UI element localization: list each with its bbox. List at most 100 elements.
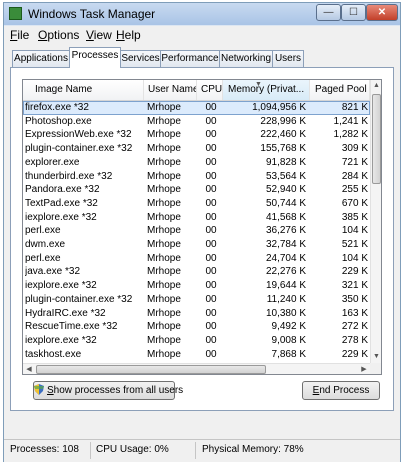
process-row[interactable]: ExpressionWeb.exe *32 Mrhope 00 222,460 K 1,… bbox=[23, 128, 370, 142]
tab-users[interactable]: Users bbox=[272, 50, 304, 67]
process-row[interactable]: Photoshop.exe Mrhope 00 228,996 K 1,241 K bbox=[23, 115, 370, 129]
horizontal-scrollbar[interactable]: ◀ ▶ bbox=[23, 363, 370, 374]
process-memory: 9,008 K bbox=[271, 334, 306, 346]
process-memory: 32,784 K bbox=[265, 239, 306, 250]
process-row[interactable]: plugin-container.exe *32 Mrhope 00 11,240 K… bbox=[23, 293, 370, 307]
process-cpu: 00 bbox=[205, 211, 217, 223]
process-image-name: ExpressionWeb.exe *32 bbox=[25, 129, 132, 141]
process-cpu: 00 bbox=[205, 334, 217, 346]
process-user-name: Mrhope bbox=[147, 293, 181, 305]
scroll-up-arrow-icon[interactable]: ▲ bbox=[371, 80, 381, 92]
process-user-name: Mrhope bbox=[147, 115, 181, 127]
process-memory: 1,094,956 K bbox=[252, 102, 306, 113]
process-image-name: thunderbird.exe *32 bbox=[25, 170, 113, 182]
process-memory: 24,704 K bbox=[265, 252, 306, 264]
tab-services[interactable]: Services bbox=[120, 50, 161, 67]
process-row[interactable]: firefox.exe *32 Mrhope 00 1,094,956 K 821 K bbox=[23, 101, 370, 115]
process-memory: 53,564 K bbox=[265, 170, 306, 182]
process-row[interactable]: thunderbird.exe *32 Mrhope 00 53,564 K 284 K bbox=[23, 170, 370, 184]
process-user-name: Mrhope bbox=[147, 280, 181, 292]
process-user-name: Mrhope bbox=[147, 334, 181, 346]
process-image-name: iexplore.exe *32 bbox=[25, 334, 97, 346]
maximize-button[interactable]: ☐ bbox=[341, 4, 366, 21]
process-user-name: Mrhope bbox=[147, 156, 181, 168]
process-user-name: Mrhope bbox=[147, 129, 181, 141]
process-image-name: explorer.exe bbox=[25, 156, 80, 168]
process-cpu: 00 bbox=[205, 307, 217, 319]
process-row[interactable]: explorer.exe Mrhope 00 91,828 K 721 K bbox=[23, 156, 370, 170]
column-cpu[interactable]: CPU bbox=[197, 80, 223, 100]
minimize-button[interactable]: — bbox=[316, 4, 341, 21]
process-paged-pool: 321 K bbox=[341, 280, 368, 292]
process-paged-pool: 1,282 K bbox=[333, 129, 368, 141]
process-cpu: 00 bbox=[205, 115, 217, 127]
process-row[interactable]: perl.exe Mrhope 00 36,276 K 104 K bbox=[23, 224, 370, 238]
processes-panel: Image Name User Name CPU ▼ Memory (Privat… bbox=[10, 67, 394, 411]
end-process-button[interactable]: End Process bbox=[302, 381, 380, 400]
process-row[interactable]: iexplore.exe *32 Mrhope 00 19,644 K 321 K bbox=[23, 279, 370, 293]
process-user-name: Mrhope bbox=[147, 348, 181, 360]
process-cpu: 00 bbox=[205, 143, 217, 155]
process-row[interactable]: plugin-container.exe *32 Mrhope 00 155,768 … bbox=[23, 142, 370, 156]
scroll-down-arrow-icon[interactable]: ▼ bbox=[371, 351, 381, 363]
process-row[interactable]: TextPad.exe *32 Mrhope 00 50,744 K 670 K bbox=[23, 197, 370, 211]
process-image-name: firefox.exe *32 bbox=[25, 102, 89, 113]
tab-processes[interactable]: Processes bbox=[69, 47, 121, 68]
process-memory: 10,380 K bbox=[265, 307, 306, 319]
scroll-left-arrow-icon[interactable]: ◀ bbox=[23, 364, 35, 374]
column-user-name[interactable]: User Name bbox=[144, 80, 197, 100]
menu-help[interactable]: Help bbox=[116, 28, 141, 42]
process-memory: 228,996 K bbox=[260, 115, 306, 127]
tab-performance[interactable]: Performance bbox=[160, 50, 220, 67]
process-row[interactable]: Pandora.exe *32 Mrhope 00 52,940 K 255 K bbox=[23, 183, 370, 197]
process-row[interactable]: perl.exe Mrhope 00 24,704 K 104 K bbox=[23, 252, 370, 266]
process-image-name: HydraIRC.exe *32 bbox=[25, 307, 106, 319]
process-paged-pool: 1,241 K bbox=[333, 115, 368, 127]
show-all-users-button[interactable]: Show processes from all users bbox=[33, 381, 183, 400]
scroll-right-arrow-icon[interactable]: ▶ bbox=[358, 364, 370, 374]
process-row[interactable]: dwm.exe Mrhope 00 32,784 K 521 K bbox=[23, 238, 370, 252]
process-image-name: plugin-container.exe *32 bbox=[25, 293, 133, 305]
process-paged-pool: 104 K bbox=[341, 252, 368, 264]
process-image-name: perl.exe bbox=[25, 252, 61, 264]
process-paged-pool: 278 K bbox=[341, 334, 368, 346]
process-cpu: 00 bbox=[205, 184, 217, 196]
process-user-name: Mrhope bbox=[147, 239, 181, 250]
column-image-name[interactable]: Image Name bbox=[23, 80, 144, 100]
process-memory: 222,460 K bbox=[260, 129, 306, 141]
status-physical-memory: Physical Memory: 78% bbox=[202, 444, 304, 455]
process-paged-pool: 521 K bbox=[341, 239, 368, 250]
process-paged-pool: 255 K bbox=[341, 184, 368, 196]
tab-applications[interactable]: Applications bbox=[12, 50, 70, 67]
close-button[interactable]: ✕ bbox=[366, 4, 398, 21]
process-user-name: Mrhope bbox=[147, 321, 181, 333]
process-cpu: 00 bbox=[205, 266, 217, 278]
vertical-scrollbar[interactable]: ▲ ▼ bbox=[370, 80, 381, 363]
horizontal-scroll-thumb[interactable] bbox=[36, 365, 266, 374]
menu-options[interactable]: Options bbox=[38, 28, 79, 42]
process-list[interactable]: Image Name User Name CPU ▼ Memory (Privat… bbox=[22, 79, 382, 375]
process-row[interactable]: taskhost.exe Mrhope 00 7,868 K 229 K bbox=[23, 348, 370, 362]
status-bar: Processes: 108 CPU Usage: 0% Physical Me… bbox=[4, 439, 400, 462]
column-header-row: Image Name User Name CPU ▼ Memory (Privat… bbox=[23, 80, 370, 101]
process-row[interactable]: java.exe *32 Mrhope 00 22,276 K 229 K bbox=[23, 265, 370, 279]
process-memory: 19,644 K bbox=[265, 280, 306, 292]
process-row[interactable]: RescueTime.exe *32 Mrhope 00 9,492 K 272 K bbox=[23, 320, 370, 334]
client-area: Applications Processes Services Performa… bbox=[4, 44, 400, 439]
process-row[interactable]: iexplore.exe *32 Mrhope 00 9,008 K 278 K bbox=[23, 334, 370, 348]
menu-file[interactable]: File bbox=[10, 28, 29, 42]
process-image-name: taskhost.exe bbox=[25, 348, 82, 360]
vertical-scroll-thumb[interactable] bbox=[372, 94, 381, 184]
column-memory[interactable]: ▼ Memory (Privat... bbox=[223, 80, 310, 100]
process-user-name: Mrhope bbox=[147, 170, 181, 182]
process-cpu: 00 bbox=[205, 321, 217, 333]
title-bar[interactable]: Windows Task Manager — ☐ ✕ bbox=[4, 3, 400, 25]
process-image-name: TextPad.exe *32 bbox=[25, 197, 98, 209]
column-paged-pool[interactable]: Paged Pool bbox=[310, 80, 370, 100]
process-memory: 91,828 K bbox=[265, 156, 306, 168]
process-cpu: 00 bbox=[205, 252, 217, 264]
tab-networking[interactable]: Networking bbox=[219, 50, 273, 67]
menu-view[interactable]: View bbox=[86, 28, 112, 42]
process-row[interactable]: HydraIRC.exe *32 Mrhope 00 10,380 K 163 K bbox=[23, 307, 370, 321]
process-row[interactable]: iexplore.exe *32 Mrhope 00 41,568 K 385 K bbox=[23, 211, 370, 225]
